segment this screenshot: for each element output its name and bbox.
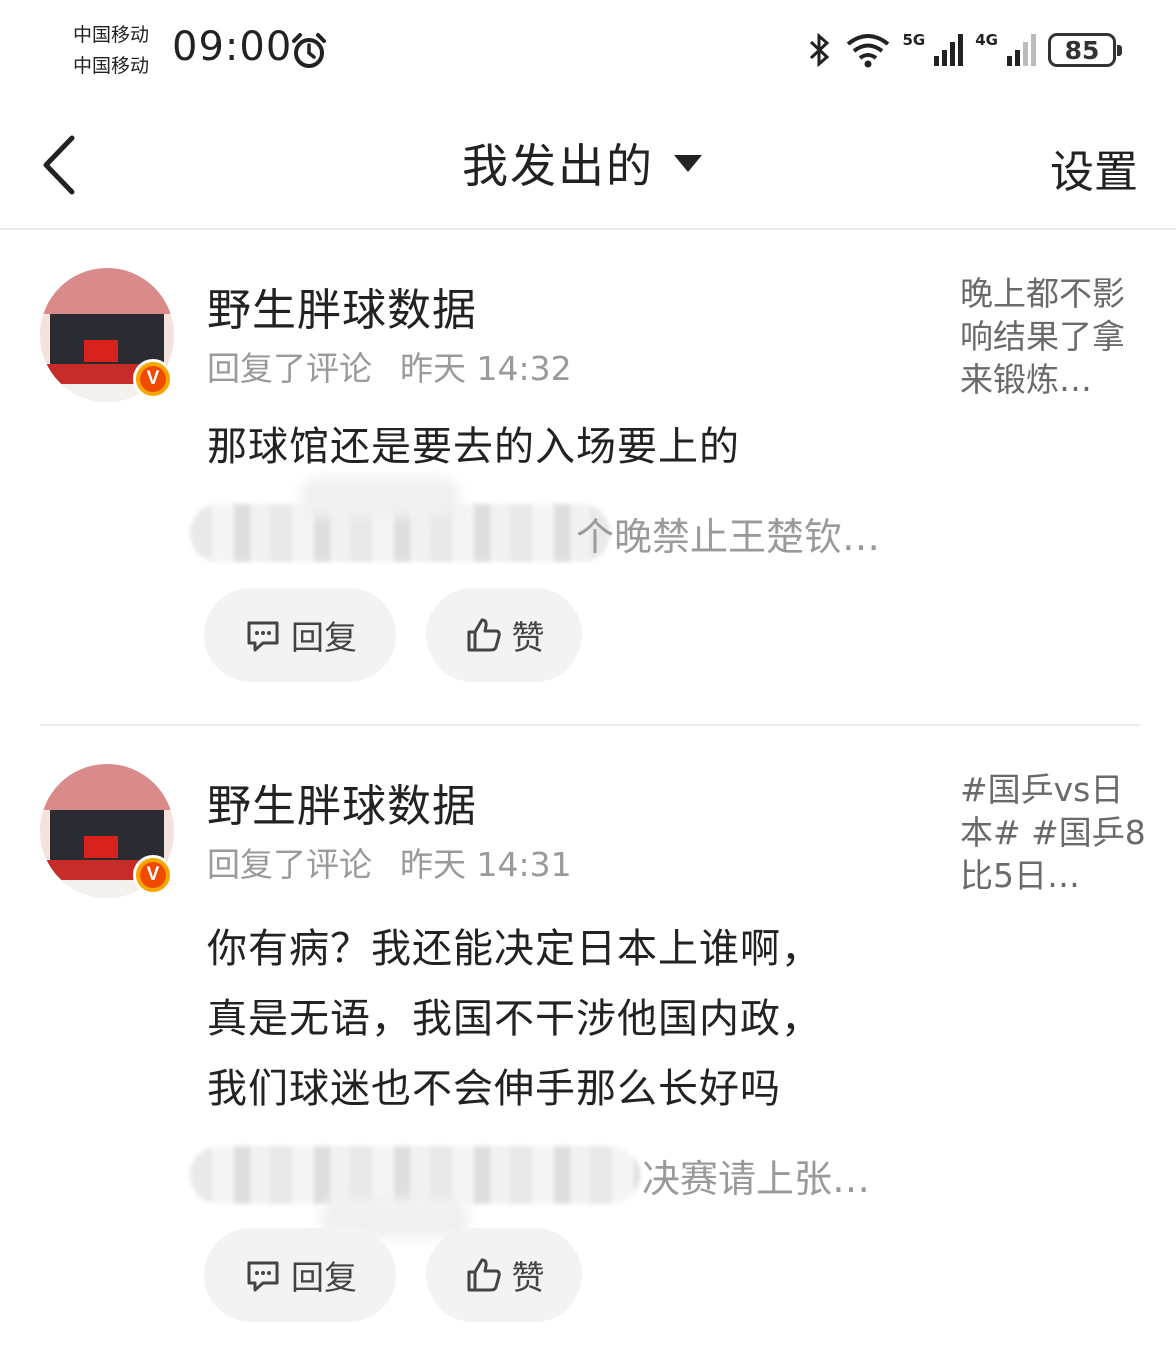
network-label-1: 5G (902, 31, 926, 49)
battery-level: 85 (1064, 35, 1100, 65)
timestamp: 昨天 14:31 (400, 845, 572, 884)
system-icons: 5G 4G 85 (807, 28, 1122, 72)
content-line: 那球馆还是要去的入场要上的 (207, 424, 740, 470)
timestamp: 昨天 14:32 (400, 349, 572, 388)
blurred-quote (190, 1146, 640, 1204)
network-label-2: 4G (975, 31, 998, 49)
action-text: 回复了评论 (207, 845, 372, 884)
username[interactable]: 野生胖球数据 (207, 274, 477, 338)
like-label: 赞 (511, 1258, 545, 1297)
nav-header: 我发出的 设置 (0, 100, 1176, 230)
username[interactable]: 野生胖球数据 (207, 770, 477, 834)
reply-button[interactable]: 回复 (204, 588, 396, 682)
verified-badge-icon: V (133, 855, 173, 895)
dropdown-caret-icon (674, 154, 702, 172)
original-post-snippet[interactable]: 晚上都不影响结果了拿来锻炼… (960, 272, 1150, 401)
alarm-icon (292, 33, 326, 68)
like-label: 赞 (511, 618, 545, 657)
signal-icon (1007, 34, 1036, 66)
status-bar: 中国移动 中国移动 09:00 5G 4G 85 (0, 0, 1176, 100)
verified-badge-icon: V (133, 359, 173, 399)
title-dropdown[interactable]: 我发出的 (462, 130, 702, 196)
reply-content[interactable]: 你有病？我还能决定日本上谁啊， 真是无语，我国不干涉他国内政， 我们球迷也不会伸… (207, 914, 822, 1124)
carrier-1: 中国移动 (73, 24, 150, 46)
settings-button[interactable]: 设置 (1050, 136, 1138, 200)
original-post-snippet[interactable]: #国乒vs日本# #国乒8比5日… (960, 768, 1150, 897)
carrier-info: 中国移动 中国移动 (73, 20, 149, 82)
battery-icon: 85 (1048, 33, 1122, 67)
reply-content[interactable]: 那球馆还是要去的入场要上的 (207, 412, 740, 482)
quoted-comment[interactable]: 个晚禁止王楚钦… (576, 506, 880, 561)
item-meta: 回复了评论 昨天 14:31 (207, 838, 572, 886)
quoted-comment[interactable]: 决赛请上张… (642, 1148, 870, 1203)
action-text: 回复了评论 (207, 349, 372, 388)
blurred-quote-extra (300, 477, 460, 517)
like-button[interactable]: 赞 (426, 1228, 582, 1322)
reply-label: 回复 (291, 618, 357, 657)
status-clock: 09:00 (172, 24, 293, 70)
reply-label: 回复 (291, 1258, 357, 1297)
divider (40, 724, 1140, 726)
like-button[interactable]: 赞 (426, 588, 582, 682)
content-line: 你有病？我还能决定日本上谁啊， (207, 926, 822, 972)
reply-button[interactable]: 回复 (204, 1228, 396, 1322)
carrier-2: 中国移动 (73, 55, 150, 77)
wifi-icon (846, 34, 889, 68)
content-line: 真是无语，我国不干涉他国内政， (207, 996, 822, 1042)
comment-icon (247, 1261, 279, 1292)
item-meta: 回复了评论 昨天 14:32 (207, 342, 572, 390)
signal-icon (934, 34, 964, 66)
thumbs-up-icon (467, 618, 501, 652)
page-title: 我发出的 (462, 139, 654, 193)
comment-icon (247, 621, 279, 652)
back-arrow-icon[interactable] (38, 134, 82, 196)
thumbs-up-icon (467, 1258, 501, 1292)
content-line: 我们球迷也不会伸手那么长好吗 (207, 1066, 781, 1112)
bluetooth-icon (809, 32, 829, 68)
